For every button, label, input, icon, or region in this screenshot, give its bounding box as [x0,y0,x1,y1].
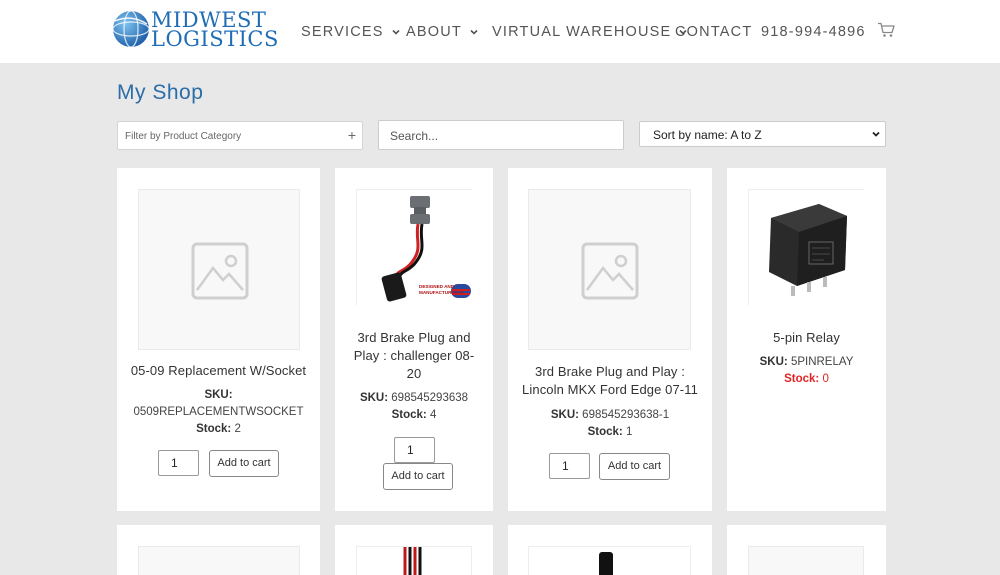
quantity-input[interactable]: 1 [549,453,590,479]
nav-warehouse-label: VIRTUAL WAREHOUSE [492,24,672,40]
product-card [508,525,712,575]
product-card [727,525,886,575]
quantity-input[interactable]: 1 [394,437,435,463]
add-to-cart-button[interactable]: Add to cart [383,463,453,490]
product-image-placeholder[interactable] [748,546,864,575]
stock-value: 4 [429,409,437,421]
product-image-placeholder[interactable] [528,189,691,350]
relay-image [749,190,865,306]
nav-contact[interactable]: CONTACT [675,23,752,41]
plus-icon[interactable]: + [348,127,356,143]
product-name-line-3[interactable]: 20 [335,365,493,383]
stock-label: Stock: [784,373,820,385]
product-name-line-2[interactable]: Lincoln MKX Ford Edge 07-11 [508,381,712,399]
stock-value: 2 [234,423,241,435]
product-name-line-1[interactable]: 3rd Brake Plug and [335,329,493,347]
stock-label: Stock: [391,409,427,421]
stock-label: Stock: [196,423,232,435]
product-sku-value: 0509REPLACEMENTWSOCKET [133,406,304,418]
sku-value: 5PINRELAY [790,356,854,368]
product-image[interactable] [528,546,691,575]
sku-label: SKU: [759,356,788,368]
product-name[interactable]: 5-pin Relay [727,329,886,347]
nav-about-label: ABOUT [406,24,462,40]
image-caption-2: MANUFACTURED IN [419,290,464,295]
page-title: My Shop [117,81,204,104]
product-name[interactable]: 05-09 Replacement W/Socket [117,362,320,380]
image-placeholder-icon [191,242,249,300]
product-card: DESIGNED AND MANUFACTURED IN 3rd Brake P… [335,168,493,511]
product-sku-label: SKU: [117,387,320,404]
nav-services[interactable]: SERVICES [301,23,400,41]
sku-label: SKU: [359,392,389,404]
chevron-down-icon [872,131,880,137]
cable-image [403,547,422,575]
product-stock: Stock: 1 [508,424,712,441]
product-stock: Stock: 2 [117,421,320,438]
add-to-cart-button[interactable]: Add to cart [209,450,279,477]
nav-contact-label: CONTACT [675,24,753,40]
product-image-placeholder[interactable] [138,546,300,575]
product-image[interactable] [356,546,472,575]
nav-virtual-warehouse[interactable]: VIRTUAL WAREHOUSE [492,23,687,41]
nav-about[interactable]: ABOUT [406,23,478,41]
search-placeholder: Search... [390,129,439,143]
product-image-placeholder[interactable] [138,189,300,350]
nav-services-label: SERVICES [301,24,384,40]
stock-label: Stock: [587,426,623,438]
product-sku: SKU: 698545293638-1 [508,407,712,424]
product-image[interactable] [748,189,865,306]
wire-harness-image: DESIGNED AND MANUFACTURED IN [357,190,473,306]
product-stock: Stock: 0 [727,371,886,388]
sku-label: SKU: [204,389,233,401]
site-header: MIDWEST LOGISTICS SERVICES ABOUT VIRTUAL… [0,0,1000,63]
globe-icon [112,10,150,48]
sku-label: SKU: [550,409,579,421]
product-name-line-2[interactable]: Play : challenger 08- [335,347,493,365]
sort-select[interactable]: Sort by name: A to Z [639,121,886,147]
chevron-down-icon [470,29,478,35]
product-card [117,525,320,575]
logo-line-2: LOGISTICS [151,27,279,51]
product-card: 3rd Brake Plug and Play : Lincoln MKX Fo… [508,168,712,511]
product-image[interactable]: DESIGNED AND MANUFACTURED IN [356,189,473,306]
nav-phone[interactable]: 918-994-4896 [761,23,866,41]
product-sku: SKU: 698545293638 [335,390,493,407]
add-to-cart-button[interactable]: Add to cart [599,453,670,480]
site-logo[interactable]: MIDWEST LOGISTICS [111,9,278,51]
logo-text: MIDWEST LOGISTICS [151,10,279,51]
category-filter[interactable]: Filter by Product Category + [117,121,363,150]
bottle-image [599,552,613,575]
category-filter-placeholder: Filter by Product Category [125,131,242,142]
chevron-down-icon [392,29,400,35]
image-caption-1: DESIGNED AND [419,284,455,289]
stock-value-out: 0 [822,373,829,385]
product-card: 5-pin Relay SKU: 5PINRELAY Stock: 0 [727,168,886,511]
search-input[interactable]: Search... [378,120,624,150]
product-card: 05-09 Replacement W/Socket SKU: 0509REPL… [117,168,320,511]
sku-value: 698545293638-1 [582,409,670,421]
product-name-line-1[interactable]: 3rd Brake Plug and Play : [508,363,712,381]
product-card [335,525,493,575]
stock-value: 1 [625,426,633,438]
product-stock: Stock: 4 [335,407,493,424]
image-placeholder-icon [581,242,639,300]
nav-phone-label: 918-994-4896 [761,24,866,40]
sort-selected-label: Sort by name: A to Z [653,128,762,142]
sku-value: 698545293638 [391,392,469,404]
product-sku: SKU: 5PINRELAY [727,354,886,371]
cart-icon[interactable] [877,22,895,38]
quantity-input[interactable]: 1 [158,450,199,476]
